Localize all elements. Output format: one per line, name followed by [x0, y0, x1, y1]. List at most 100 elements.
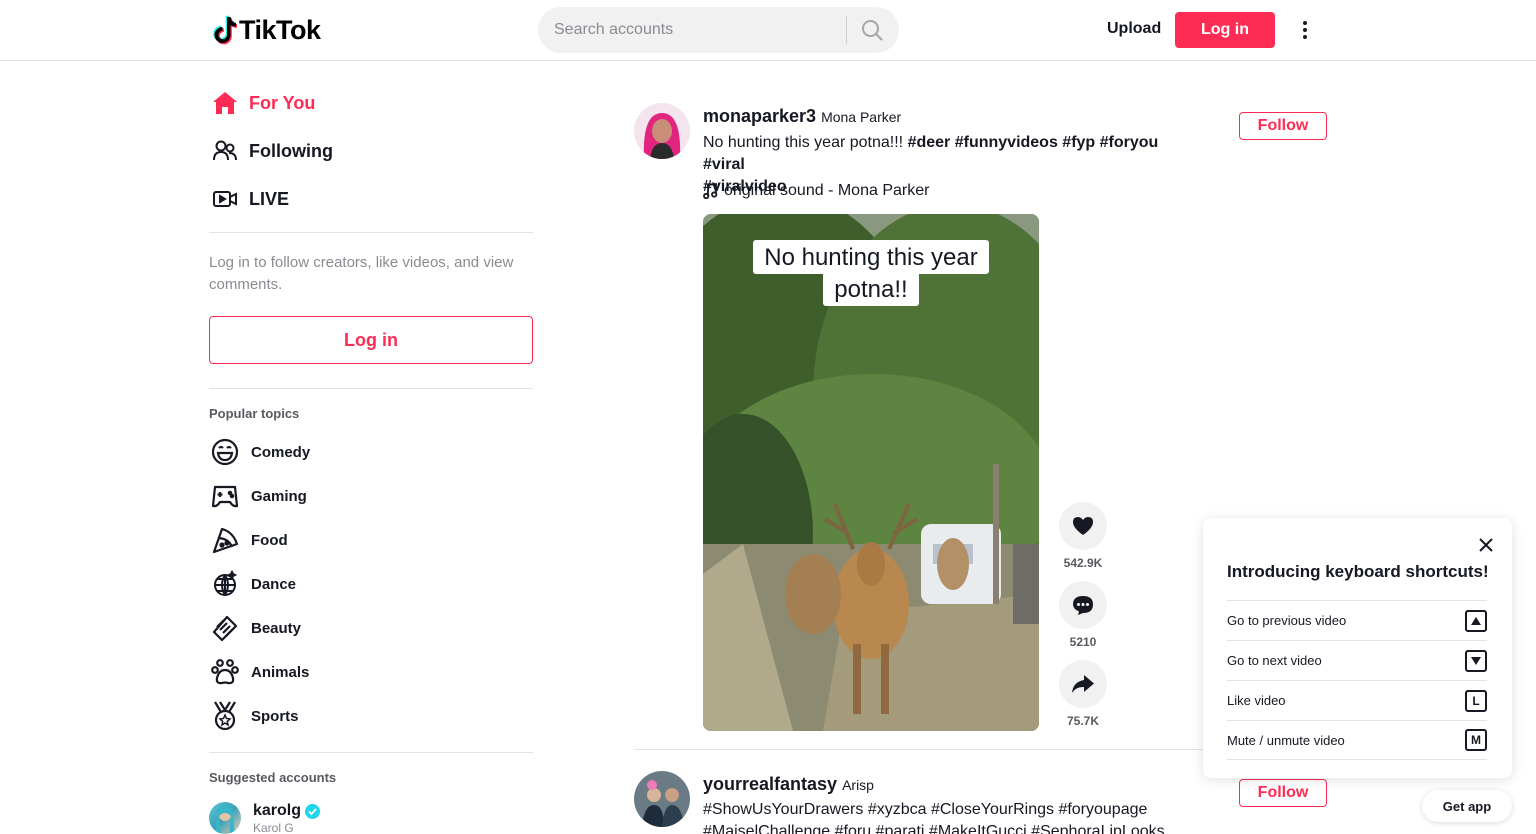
nav-live[interactable]: LIVE	[209, 179, 289, 219]
sidebar-divider	[209, 232, 533, 233]
heart-icon	[1073, 517, 1093, 535]
like-action: 542.9K	[1059, 502, 1107, 570]
music-note-icon	[703, 183, 718, 199]
shortcut-row: Mute / unmute video M	[1227, 720, 1487, 760]
suggested-accounts-title: Suggested accounts	[209, 770, 337, 785]
paw-icon	[209, 656, 241, 688]
verified-badge-icon	[305, 803, 321, 819]
sidebar-divider	[209, 388, 533, 389]
shortcut-row: Like video L	[1227, 680, 1487, 720]
smile-icon	[209, 436, 241, 468]
like-count: 542.9K	[1063, 556, 1103, 570]
avatar	[209, 802, 241, 834]
post-author[interactable]: yourrealfantasy Arisp	[703, 774, 874, 795]
topic-label: Gaming	[251, 487, 307, 505]
username-text: karolg	[253, 802, 302, 819]
shortcut-label: Go to next video	[1227, 653, 1322, 668]
comment-button[interactable]	[1059, 581, 1107, 629]
close-icon	[1479, 538, 1493, 552]
sound-name: original sound - Mona Parker	[724, 182, 930, 199]
comb-icon	[209, 612, 241, 644]
post-nickname: Mona Parker	[821, 109, 902, 125]
shortcut-key: L	[1465, 689, 1487, 712]
post-nickname: Arisp	[842, 777, 874, 793]
close-button[interactable]	[1475, 534, 1497, 556]
sidebar-login-button[interactable]: Log in	[209, 316, 533, 364]
search-icon	[862, 20, 883, 41]
popular-topics-title: Popular topics	[209, 406, 300, 421]
nav-following[interactable]: Following	[209, 131, 333, 171]
nav-for-you[interactable]: For You	[209, 83, 315, 123]
sidebar: For You Following LIVE Log in to follow …	[209, 61, 533, 834]
topic-dance[interactable]: Dance	[209, 566, 296, 602]
shortcut-label: Go to previous video	[1227, 613, 1347, 628]
post-author[interactable]: monaparker3 Mona Parker	[703, 106, 901, 127]
more-vertical-icon	[1303, 21, 1307, 39]
topic-beauty[interactable]: Beauty	[209, 610, 301, 646]
tiktok-note-icon	[213, 15, 237, 45]
people-icon	[209, 135, 241, 167]
topic-label: Food	[251, 531, 288, 549]
share-icon	[1072, 675, 1094, 693]
live-icon	[209, 183, 241, 215]
topic-label: Sports	[251, 707, 299, 725]
get-app-button[interactable]: Get app	[1422, 790, 1512, 822]
tiktok-logo[interactable]: TikTok	[211, 14, 321, 46]
search-button[interactable]	[847, 7, 897, 53]
shortcut-label: Mute / unmute video	[1227, 732, 1345, 748]
disco-ball-icon	[209, 568, 241, 600]
shortcut-key: M	[1465, 729, 1487, 751]
post-sound[interactable]: original sound - Mona Parker	[703, 182, 929, 200]
caption-text: No hunting this year potna!!!	[703, 134, 908, 151]
nav-label: Following	[249, 140, 333, 161]
arrow-down-key-icon	[1465, 649, 1487, 672]
topic-label: Beauty	[251, 619, 302, 637]
topic-sports[interactable]: Sports	[209, 698, 299, 734]
caption-hashtags[interactable]: #MaiselChallenge #foru #parati #MakeItGu…	[703, 823, 1165, 834]
login-hint-text: Log in to follow creators, like videos, …	[209, 254, 514, 293]
arrow-up-key-icon	[1465, 609, 1487, 632]
suggested-account-item[interactable]: karolg Karol G	[209, 802, 321, 834]
topic-comedy[interactable]: Comedy	[209, 434, 310, 470]
suggested-username: karolg	[253, 802, 321, 820]
pizza-icon	[209, 524, 241, 556]
video-player[interactable]: No hunting this year potna!!	[703, 214, 1039, 731]
upload-link[interactable]: Upload	[1107, 20, 1161, 38]
share-action: 75.7K	[1059, 660, 1107, 728]
search-input[interactable]	[554, 21, 844, 39]
share-button[interactable]	[1059, 660, 1107, 708]
logo-text: TikTok	[239, 14, 321, 45]
shortcut-row: Go to next video	[1227, 640, 1487, 680]
post-username[interactable]: yourrealfantasy	[703, 774, 837, 795]
search-bar	[538, 7, 899, 53]
topic-label: Comedy	[251, 443, 311, 461]
comment-action: 5210	[1059, 581, 1107, 649]
overlay-line: No hunting this year	[753, 240, 989, 274]
avatar[interactable]	[634, 103, 690, 159]
nav-label: For You	[249, 92, 316, 113]
share-count: 75.7K	[1066, 714, 1100, 728]
top-header: TikTok Upload Log in	[0, 0, 1536, 61]
like-button[interactable]	[1059, 502, 1107, 550]
avatar[interactable]	[634, 771, 690, 827]
comment-icon	[1073, 596, 1093, 615]
comment-count: 5210	[1069, 635, 1097, 649]
header-login-button[interactable]: Log in	[1175, 12, 1275, 48]
topic-food[interactable]: Food	[209, 522, 288, 558]
post-username[interactable]: monaparker3	[703, 106, 816, 127]
post-caption: #ShowUsYourDrawers #xyzbca #CloseYourRin…	[703, 799, 1223, 834]
follow-button[interactable]: Follow	[1239, 112, 1327, 140]
gamepad-icon	[209, 480, 241, 512]
home-icon	[209, 87, 241, 119]
topic-label: Animals	[251, 663, 310, 681]
more-menu-button[interactable]	[1294, 18, 1316, 42]
video-caption-overlay: No hunting this year potna!!	[703, 240, 1039, 306]
shortcut-row: Go to previous video	[1227, 600, 1487, 640]
sidebar-divider	[209, 752, 533, 753]
shortcuts-title: Introducing keyboard shortcuts!	[1227, 562, 1489, 581]
topic-animals[interactable]: Animals	[209, 654, 309, 690]
topic-gaming[interactable]: Gaming	[209, 478, 307, 514]
suggested-nickname: Karol G	[253, 821, 294, 834]
follow-button[interactable]: Follow	[1239, 779, 1327, 807]
caption-hashtags[interactable]: #ShowUsYourDrawers #xyzbca #CloseYourRin…	[703, 801, 1147, 818]
